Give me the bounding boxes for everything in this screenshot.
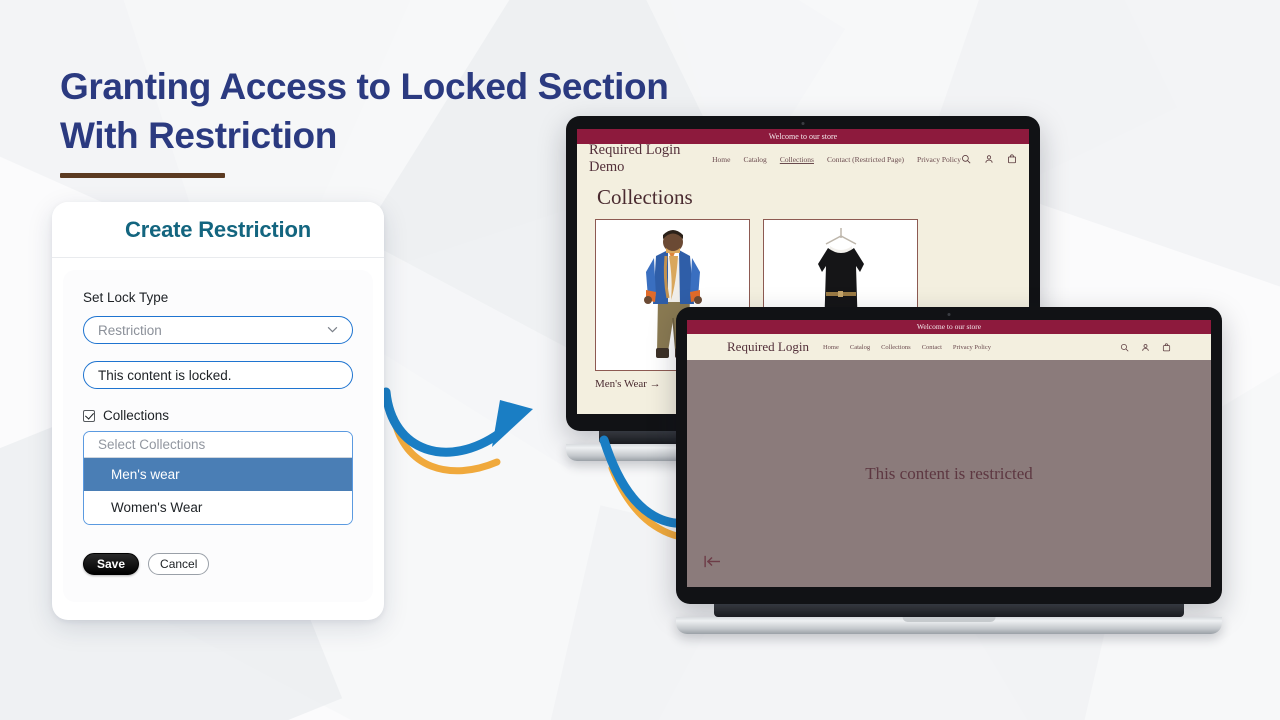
form-actions: Save Cancel xyxy=(83,553,353,575)
restricted-message-wrapper: This content is restricted xyxy=(687,360,1211,587)
collection-option-womens-wear[interactable]: Women's Wear xyxy=(84,491,352,524)
lock-message-input[interactable]: This content is locked. xyxy=(83,361,353,389)
headline-block: Granting Access to Locked Section With R… xyxy=(60,62,680,178)
laptop-keyboard xyxy=(714,604,1184,617)
restricted-message: This content is restricted xyxy=(865,463,1033,483)
cart-icon[interactable] xyxy=(1162,342,1171,352)
collections-checkbox[interactable] xyxy=(83,409,95,422)
nav-item-collections[interactable]: Collections xyxy=(780,155,814,164)
collections-picker: Select Collections Men's wear Women's We… xyxy=(83,431,353,525)
nav-item-catalog[interactable]: Catalog xyxy=(743,155,766,164)
announcement-bar: Welcome to our store xyxy=(687,320,1211,334)
laptop-lid: Welcome to our store Required Login Home… xyxy=(676,307,1222,604)
collections-checkbox-label: Collections xyxy=(103,408,170,423)
account-icon[interactable] xyxy=(1141,343,1150,352)
title-underline-rule xyxy=(60,173,225,178)
webcam-icon xyxy=(947,313,951,316)
store-nav: Home Catalog Collections Contact Privacy… xyxy=(823,344,991,351)
nav-item-collections[interactable]: Collections xyxy=(881,344,911,351)
back-to-start-icon[interactable] xyxy=(703,555,720,573)
lock-type-value: Restriction xyxy=(98,322,162,338)
lock-type-select[interactable]: Restriction xyxy=(83,316,353,344)
search-icon[interactable] xyxy=(961,154,971,164)
nav-item-privacy-policy[interactable]: Privacy Policy xyxy=(917,155,961,164)
card-header: Create Restriction xyxy=(52,202,384,258)
restricted-content-area: This content is restricted xyxy=(687,360,1211,587)
store-nav: Home Catalog Collections Contact (Restri… xyxy=(712,155,961,164)
search-icon[interactable] xyxy=(1120,343,1129,352)
lock-message-value: This content is locked. xyxy=(98,367,232,383)
collections-search-input[interactable]: Select Collections xyxy=(84,432,352,458)
card-title: Create Restriction xyxy=(125,216,311,242)
collections-checkbox-row[interactable]: Collections xyxy=(83,408,353,423)
webcam-icon xyxy=(801,122,805,125)
nav-item-contact[interactable]: Contact (Restricted Page) xyxy=(827,155,904,164)
store-nav-icons xyxy=(961,154,1017,164)
nav-item-contact[interactable]: Contact xyxy=(922,344,942,351)
save-button[interactable]: Save xyxy=(83,553,140,575)
store-nav-icons xyxy=(1120,342,1171,352)
laptop-base xyxy=(676,617,1222,634)
collections-page-heading: Collections xyxy=(597,185,693,209)
collection-option-mens-wear[interactable]: Men's wear xyxy=(84,458,352,491)
create-restriction-card: Create Restriction Set Lock Type Restric… xyxy=(52,202,384,620)
cancel-button[interactable]: Cancel xyxy=(148,553,210,575)
page-title: Granting Access to Locked Section With R… xyxy=(60,66,669,156)
laptop-restricted-store: Welcome to our store Required Login Home… xyxy=(676,307,1222,634)
lock-type-label: Set Lock Type xyxy=(83,290,169,305)
browser-screen-restricted: Welcome to our store Required Login Home… xyxy=(687,320,1211,587)
nav-item-home[interactable]: Home xyxy=(823,344,839,351)
chevron-down-icon xyxy=(327,325,338,336)
cart-icon[interactable] xyxy=(1007,154,1017,164)
account-icon[interactable] xyxy=(984,154,994,164)
nav-item-catalog[interactable]: Catalog xyxy=(850,344,870,351)
nav-item-home[interactable]: Home xyxy=(712,155,730,164)
store-brand[interactable]: Required Login xyxy=(727,339,809,355)
nav-item-privacy-policy[interactable]: Privacy Policy xyxy=(953,344,991,351)
card-body: Set Lock Type Restriction This content i… xyxy=(63,270,373,602)
